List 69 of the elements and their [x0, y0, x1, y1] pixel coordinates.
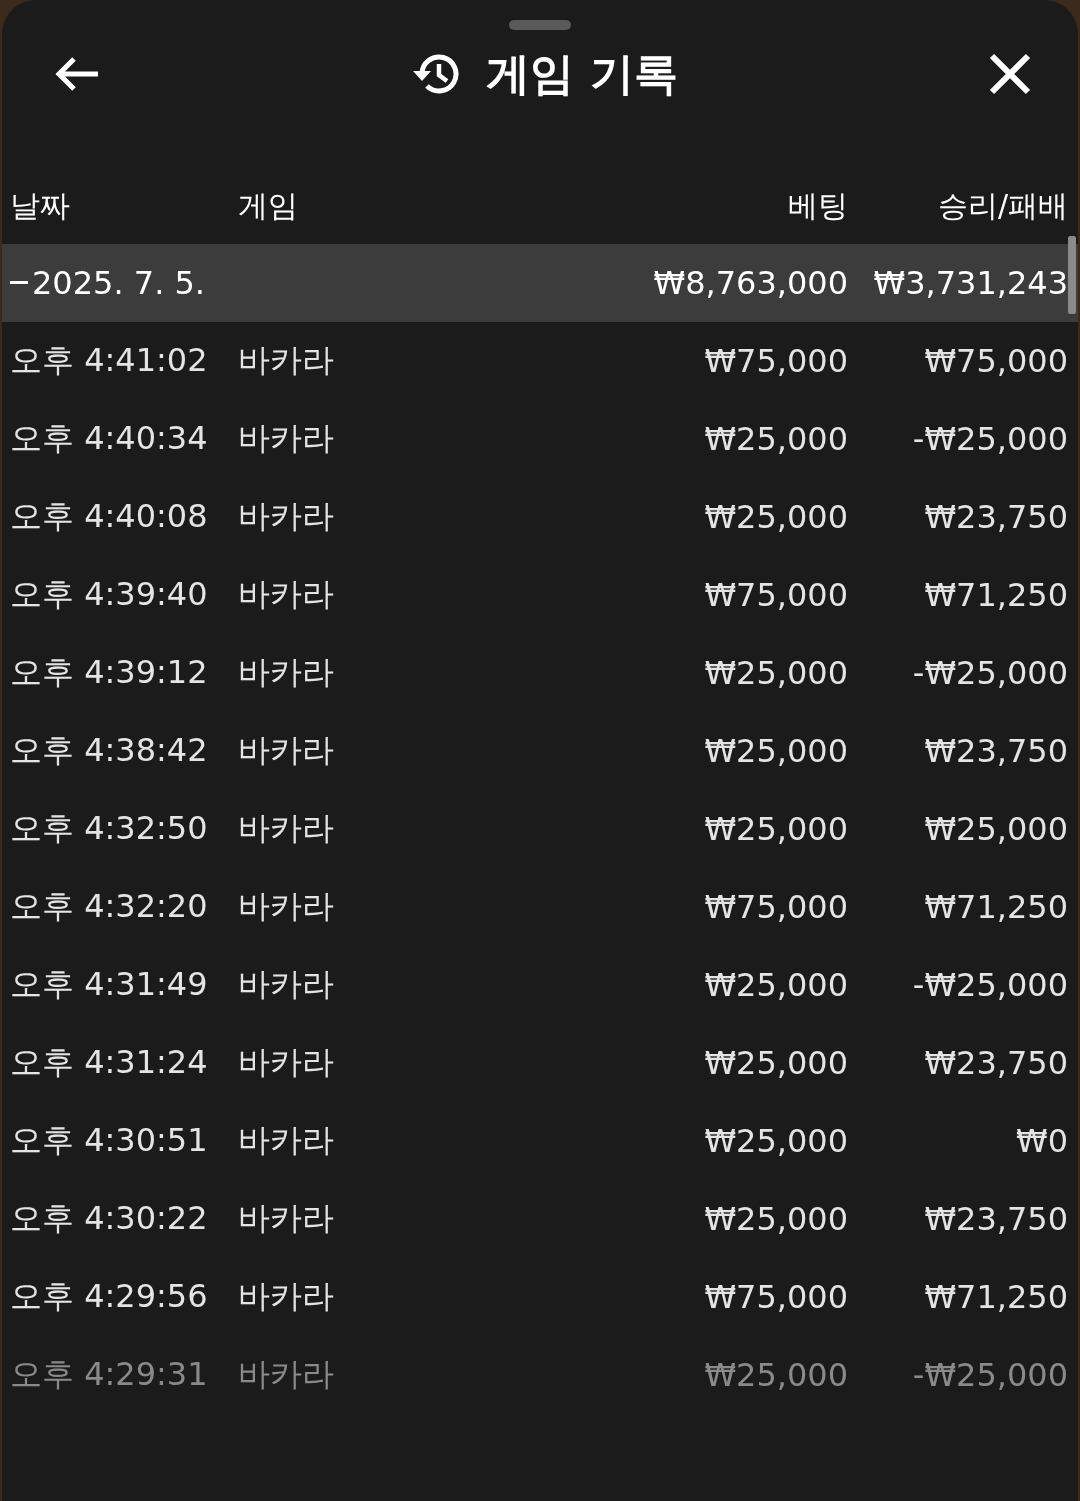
table-cell-text: 바카라: [238, 1120, 335, 1161]
table-cell-text: 바카라: [238, 886, 335, 927]
column-header: 날짜: [10, 186, 71, 225]
table-cell-text: ₩75,000: [703, 1278, 848, 1316]
table-cell-text: 바카라: [238, 574, 335, 615]
table-cell-text: ₩25,000: [703, 1122, 848, 1160]
table-cell-text: 바카라: [238, 496, 335, 537]
table-cell-text: ₩23,750: [923, 732, 1068, 770]
scrollbar[interactable]: [1068, 236, 1076, 314]
table-cell-text: 바카라: [238, 1276, 335, 1317]
group-date: 2025. 7. 5.: [32, 264, 205, 302]
table-cell-text: 오후 4:39:40: [10, 574, 209, 615]
table-cell-text: 오후 4:32:20: [10, 886, 209, 927]
table-cell-text: 바카라: [238, 652, 335, 693]
table-cell-text: ₩25,000: [703, 732, 848, 770]
table-cell-text: ₩25,000: [703, 966, 848, 1004]
table-cell-text: ₩25,000: [703, 420, 848, 458]
table-cell-text: 오후 4:30:51: [10, 1120, 209, 1161]
table-cell-text: -₩25,000: [911, 420, 1068, 458]
table-cell-text: 오후 4:30:22: [10, 1198, 209, 1239]
table-cell-text: ₩25,000: [703, 810, 848, 848]
table-cell-text: ₩71,250: [923, 576, 1068, 614]
table-cell-text: 바카라: [238, 1198, 335, 1239]
table-cell-text: ₩75,000: [703, 576, 848, 614]
table-cell-text: 오후 4:32:50: [10, 808, 209, 849]
table-cell-text: 오후 4:38:42: [10, 730, 209, 771]
table-cell-text: ₩0: [1015, 1122, 1068, 1160]
table-cell-text: ₩25,000: [703, 1200, 848, 1238]
table-cell-text: 바카라: [238, 964, 335, 1005]
table-cell-text: ₩75,000: [923, 342, 1068, 380]
table-cell-text: ₩23,750: [923, 1200, 1068, 1238]
table-cell-text: 오후 4:31:49: [10, 964, 209, 1005]
table-cell-text: ₩25,000: [703, 1356, 848, 1394]
table-cell-text: ₩75,000: [703, 342, 848, 380]
table-cell-text: 바카라: [238, 418, 335, 459]
drag-handle[interactable]: [509, 20, 571, 30]
table-cell-text: ₩71,250: [923, 888, 1068, 926]
close-icon: [988, 52, 1032, 96]
table-cell-text: ₩25,000: [703, 498, 848, 536]
table-cell-text: 바카라: [238, 1042, 335, 1083]
table-cell-text: -₩25,000: [911, 654, 1068, 692]
date-group-row[interactable]: 2025. 7. 5. ₩8,763,000 ₩3,731,243: [2, 244, 1078, 322]
table-cell-text: -₩25,000: [911, 1356, 1068, 1394]
column-header: 승리/패배: [936, 186, 1068, 225]
column-header: 베팅: [787, 186, 848, 225]
table-cell-text: ₩75,000: [703, 888, 848, 926]
table-cell-text: ₩71,250: [923, 1278, 1068, 1316]
back-arrow-icon: [54, 55, 100, 93]
group-bet-total: ₩8,763,000: [652, 264, 848, 302]
table-cell-text: 바카라: [238, 340, 335, 381]
table-cell-text: 오후 4:39:12: [10, 652, 209, 693]
table-cell-text: 오후 4:29:31: [10, 1354, 209, 1395]
table-cell-text: ₩23,750: [923, 498, 1068, 536]
table-cell-text: 오후 4:40:34: [10, 418, 209, 459]
column-header: 게임: [238, 186, 299, 225]
table-cell-text: 오후 4:29:56: [10, 1276, 209, 1317]
group-result-total: ₩3,731,243: [872, 264, 1068, 302]
window-title: 게임 기록: [486, 46, 678, 101]
table-cell-text: ₩25,000: [923, 810, 1068, 848]
table-cell-text: 오후 4:31:24: [10, 1042, 209, 1083]
table-cell-text: ₩23,750: [923, 1044, 1068, 1082]
table-cell-text: 오후 4:41:02: [10, 340, 209, 381]
table-cell-text: 바카라: [238, 730, 335, 771]
table-cell-text: 바카라: [238, 1354, 335, 1395]
table-cell-text: -₩25,000: [911, 966, 1068, 1004]
table-cell-text: ₩25,000: [703, 654, 848, 692]
table-cell-text: 오후 4:40:08: [10, 496, 209, 537]
table-cell-text: 바카라: [238, 808, 335, 849]
table-cell-text: ₩25,000: [703, 1044, 848, 1082]
